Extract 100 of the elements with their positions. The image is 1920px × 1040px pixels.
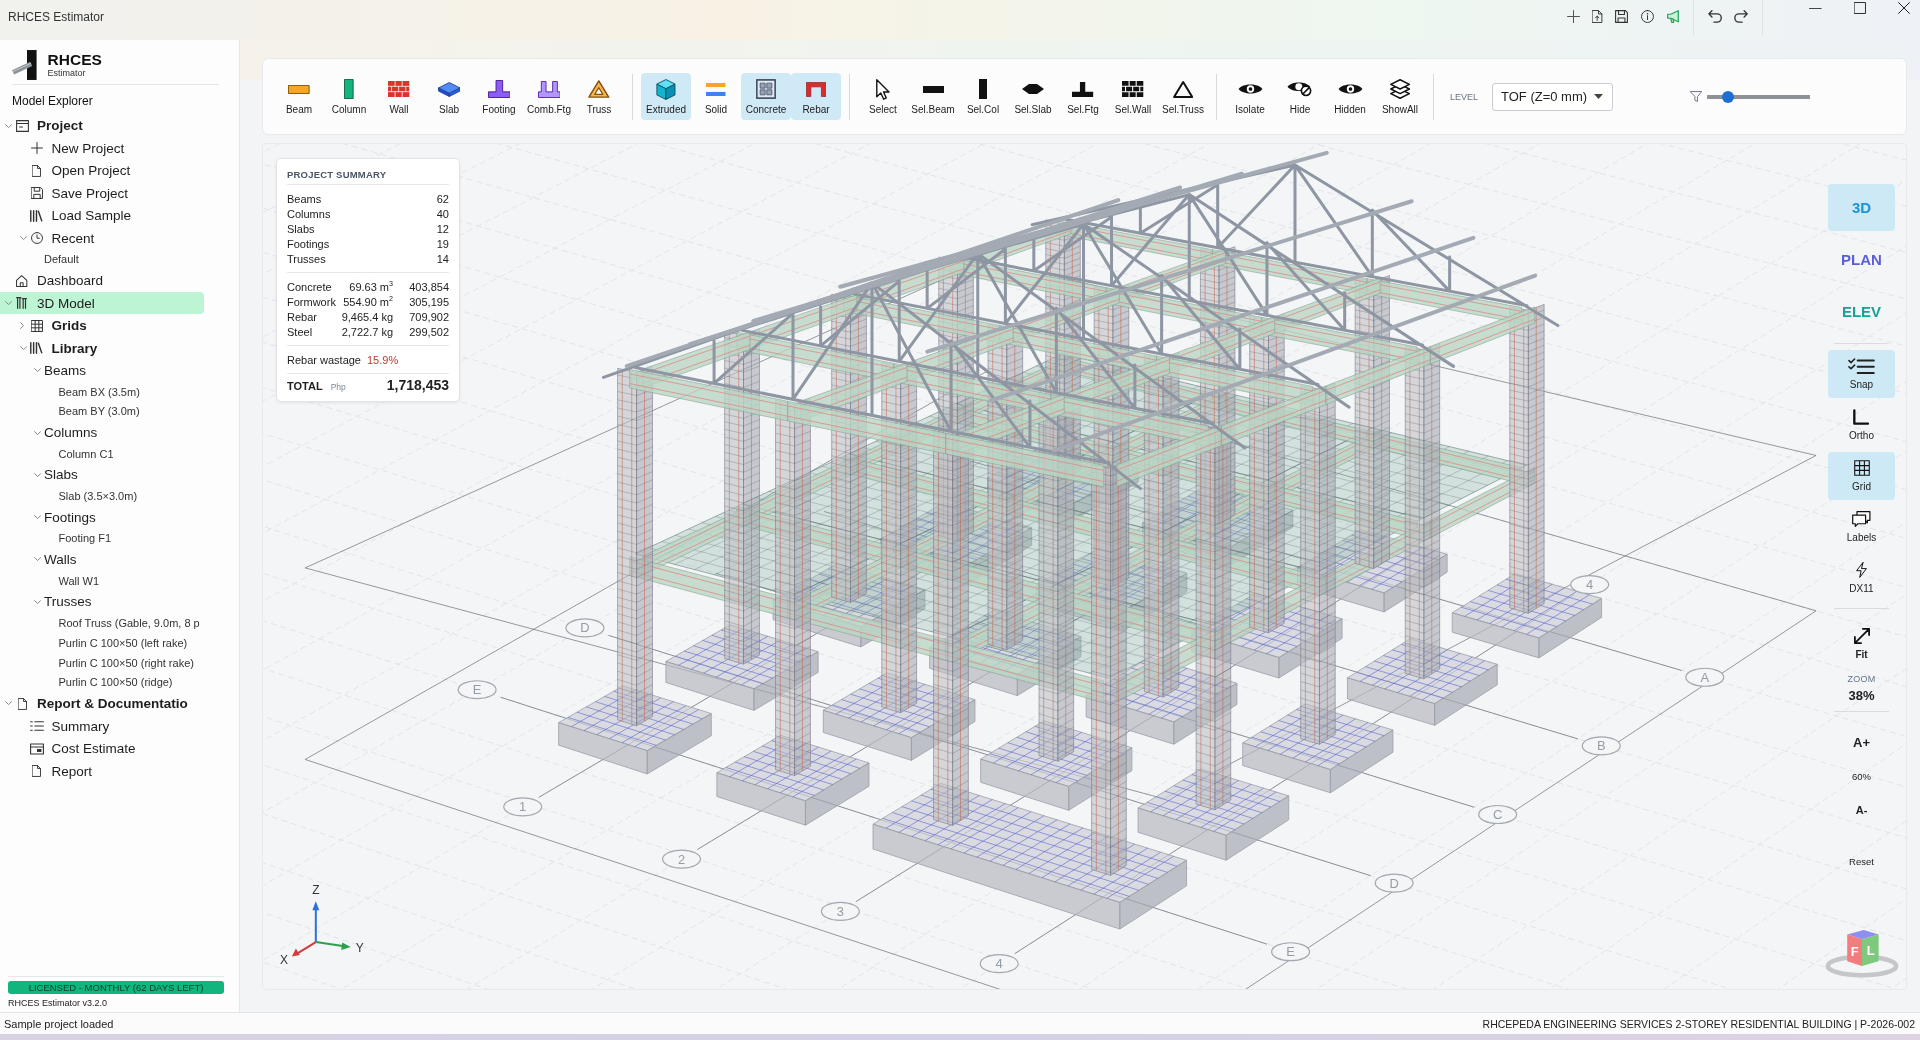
amount-value: 299,502	[408, 324, 449, 340]
chevron-down-icon[interactable]	[5, 300, 13, 306]
beam-tool-button[interactable]: Beam	[274, 73, 324, 120]
tree-item[interactable]: Report & Documentatio	[5, 692, 188, 715]
select-column-button[interactable]: Sel.Col	[958, 73, 1008, 120]
chevron-down-icon[interactable]	[34, 557, 42, 562]
labels-toggle[interactable]: Labels	[1846, 510, 1877, 544]
concrete-view-button[interactable]: Concrete	[741, 73, 791, 120]
slab-tool-button[interactable]: Slab	[424, 73, 474, 120]
tree-item[interactable]: New Project	[29, 137, 125, 160]
tree-item[interactable]: Open Project	[29, 159, 131, 182]
maximize-icon[interactable]	[1854, 2, 1866, 14]
dx11-toggle[interactable]: DX11	[1849, 561, 1874, 595]
select-footing-button[interactable]: Sel.Ftg	[1058, 73, 1108, 120]
chevron-down-icon[interactable]	[19, 345, 27, 351]
select-button[interactable]: Select	[858, 73, 908, 120]
save-icon[interactable]	[1615, 10, 1629, 23]
tree-item[interactable]: Report	[29, 759, 93, 783]
hide-button[interactable]: Hide	[1275, 73, 1325, 120]
chevron-down-icon[interactable]	[34, 368, 42, 373]
select-wall-button[interactable]: Sel.Wall	[1108, 73, 1158, 120]
eye-icon	[1337, 84, 1363, 94]
amount-value: 403,854	[408, 279, 449, 295]
tree-item[interactable]: Slabs	[34, 463, 78, 487]
close-icon[interactable]	[1898, 2, 1910, 14]
minimize-icon[interactable]	[1809, 7, 1822, 9]
chevron-down-icon[interactable]	[19, 236, 27, 241]
grid-bubble: 2	[662, 849, 702, 869]
tree-item[interactable]: Dashboard	[15, 269, 104, 292]
select-slab-button[interactable]: Sel.Slab	[1008, 73, 1058, 120]
fit-button[interactable]: Fit	[1853, 628, 1870, 662]
chevron-down-icon[interactable]	[34, 430, 42, 435]
tree-item[interactable]: Columns	[34, 421, 98, 444]
tree-item[interactable]: Beams	[34, 359, 87, 382]
tree-item[interactable]: Footings	[34, 506, 96, 529]
document-icon	[17, 697, 27, 710]
undo-icon[interactable]	[1707, 10, 1722, 23]
footing-tool-button[interactable]: Footing	[474, 73, 524, 120]
extruded-view-button[interactable]: Extruded	[641, 73, 691, 120]
chevron-right-icon[interactable]	[19, 321, 24, 330]
file-upload-icon[interactable]	[1592, 10, 1603, 23]
rebar-view-button[interactable]: Rebar	[791, 73, 841, 120]
tree-item[interactable]: Slab (3.5×3.0m)	[58, 486, 138, 506]
tree-item[interactable]: Library	[19, 336, 98, 360]
tree-item[interactable]: Walls	[34, 548, 77, 571]
ortho-toggle[interactable]: Ortho	[1849, 408, 1874, 442]
brick-wall-icon	[388, 81, 410, 97]
solid-view-button[interactable]: Solid	[691, 73, 741, 120]
filter-icon	[1689, 91, 1702, 102]
tree-item[interactable]: Beam BY (3.0m)	[58, 401, 140, 422]
project-info: RHCEPEDA ENGINEERING SERVICES 2-STOREY RESIDENTIAL BUILDING | P-2026-002	[1482, 1017, 1915, 1030]
tree-item[interactable]: Footing F1	[58, 528, 112, 549]
plus-icon[interactable]	[1566, 10, 1580, 23]
plan-view-button[interactable]: PLAN	[1841, 250, 1882, 269]
decrease-text-size-button[interactable]: A-	[1855, 803, 1868, 818]
column-tool-button[interactable]: Column	[324, 73, 374, 120]
megaphone-icon[interactable]	[1666, 10, 1679, 23]
tree-item[interactable]: Purlin C 100×50 (right rake)	[58, 652, 194, 673]
tree-item[interactable]: Save Project	[29, 182, 129, 205]
lightning-icon	[1856, 561, 1867, 578]
select-truss-button[interactable]: Sel.Truss	[1158, 73, 1208, 120]
tree-item[interactable]: Beam BX (3.5m)	[58, 381, 140, 402]
combined-footing-tool-button[interactable]: Comb.Ftg	[524, 73, 574, 120]
chevron-down-icon[interactable]	[34, 599, 42, 604]
tree-item[interactable]: Project	[5, 114, 83, 137]
tree-item[interactable]: Purlin C 100×50 (ridge)	[58, 672, 173, 693]
wall-tool-button[interactable]: Wall	[374, 73, 424, 120]
increase-text-size-button[interactable]: A+	[1853, 736, 1870, 751]
isolate-button[interactable]: Isolate	[1225, 73, 1275, 120]
tree-item[interactable]: 3D Model	[0, 291, 204, 315]
grid-toggle[interactable]: Grid	[1828, 451, 1895, 500]
hidden-button[interactable]: Hidden	[1325, 73, 1375, 120]
snap-toggle[interactable]: Snap	[1828, 349, 1895, 398]
level-dropdown[interactable]: TOF (Z=0 mm)	[1492, 82, 1614, 111]
tree-item[interactable]: Roof Truss (Gable, 9.0m, 8 p	[58, 613, 200, 633]
tree-item[interactable]: Cost Estimate	[29, 737, 136, 760]
chevron-down-icon[interactable]	[5, 123, 13, 128]
axis-label: Y	[355, 941, 364, 956]
slider-thumb[interactable]	[1721, 90, 1734, 103]
reset-button[interactable]: Reset	[1849, 856, 1874, 869]
checklist-icon	[1848, 357, 1875, 374]
info-icon[interactable]	[1640, 10, 1654, 23]
tree-item[interactable]: Column C1	[58, 443, 114, 464]
count-value: 12	[436, 221, 449, 237]
tree-item[interactable]: Trusses	[34, 590, 92, 614]
tree-item[interactable]: Wall W1	[58, 570, 100, 591]
tree-item[interactable]: Recent	[19, 227, 95, 250]
chevron-down-icon[interactable]	[34, 515, 42, 520]
tree-item[interactable]: Default	[44, 249, 79, 270]
l-angle-icon	[1853, 408, 1870, 425]
redo-icon[interactable]	[1734, 10, 1749, 23]
tree-item[interactable]: Grids	[19, 314, 87, 337]
show-all-button[interactable]: ShowAll	[1375, 73, 1425, 120]
chevron-down-icon[interactable]	[34, 472, 42, 478]
tree-item[interactable]: Load Sample	[29, 204, 132, 227]
tree-item[interactable]: Summary	[29, 714, 110, 738]
select-beam-button[interactable]: Sel.Beam	[908, 73, 958, 120]
truss-tool-button[interactable]: Truss	[574, 73, 624, 120]
chevron-down-icon[interactable]	[5, 701, 13, 706]
tree-item[interactable]: Purlin C 100×50 (left rake)	[58, 632, 188, 653]
